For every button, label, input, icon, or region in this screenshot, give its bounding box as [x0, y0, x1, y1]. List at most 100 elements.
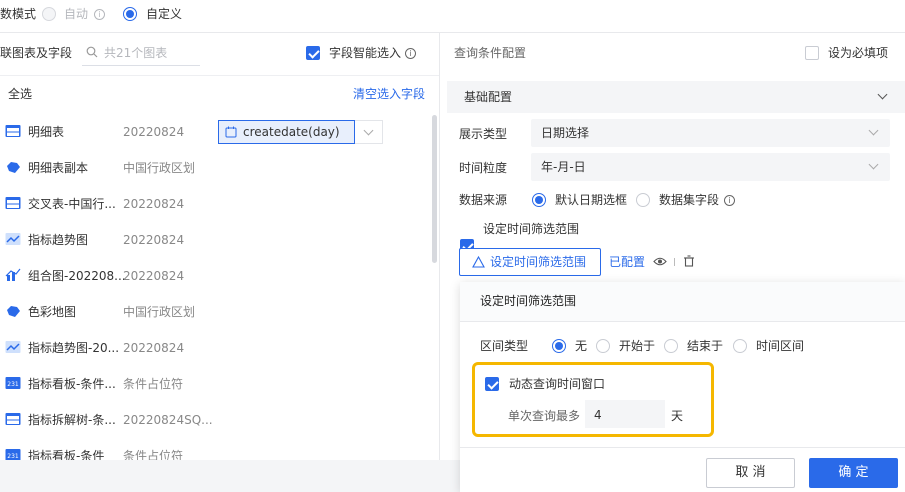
clear-selection-link[interactable]: 清空选入字段 — [353, 86, 425, 102]
divider — [460, 447, 905, 448]
field-select[interactable]: createdate(day) — [218, 120, 355, 144]
chart-row[interactable]: 组合图-202208... 20220824 — [0, 264, 215, 288]
interval-label: 区间类型 — [480, 339, 529, 353]
required-checkbox[interactable] — [805, 46, 819, 60]
scrollbar[interactable] — [432, 115, 437, 263]
info-icon: i — [724, 195, 735, 206]
display-type-select[interactable]: 日期选择 — [531, 119, 890, 147]
opt-start-label: 开始于 — [619, 339, 656, 353]
select-all[interactable]: 全选 — [8, 86, 32, 102]
confirm-button[interactable]: 确 定 — [809, 458, 898, 488]
svg-text:231: 231 — [7, 381, 19, 388]
chart-field: 20220824 — [123, 341, 185, 355]
unit-label: 天 — [671, 409, 684, 423]
chevron-down-icon — [868, 125, 879, 136]
radio-auto[interactable] — [42, 7, 56, 21]
chart-field: 中国行政区划 — [123, 305, 196, 319]
granularity-select[interactable]: 年-月-日 — [531, 153, 890, 181]
field-select-arrow[interactable] — [355, 120, 383, 144]
divider — [674, 258, 675, 266]
cancel-button-label: 取 消 — [735, 465, 766, 480]
kpi-icon: 231 — [5, 377, 21, 389]
range-check-label: 设定时间筛选范围 — [483, 222, 580, 236]
display-type-value: 日期选择 — [541, 126, 590, 140]
required-label: 设为必填项 — [828, 46, 889, 60]
configured-link[interactable]: 已配置 — [609, 254, 645, 270]
range-popup: 设定时间筛选范围 区间类型 无 开始于 结束于 时间区间 动态查询时间窗口 单次… — [460, 282, 905, 492]
chart-name: 指标趋势图 — [28, 233, 89, 247]
smart-select-label: 字段智能选入 — [329, 46, 402, 60]
option-auto-label: 自动 — [64, 7, 89, 21]
dynamic-checkbox[interactable] — [485, 377, 499, 391]
opt-end-label: 结束于 — [687, 339, 724, 353]
max-label: 单次查询最多 — [508, 409, 581, 423]
chart-row[interactable]: 指标拆解树-条... 20220824SQ... — [0, 408, 215, 432]
divider — [0, 32, 905, 33]
filter-icon — [472, 256, 485, 268]
granularity-label: 时间粒度 — [459, 161, 508, 175]
source-label: 数据来源 — [459, 193, 508, 207]
opt-range-label: 时间区间 — [756, 339, 805, 353]
confirm-button-label: 确 定 — [838, 465, 869, 480]
max-value: 4 — [594, 408, 602, 422]
field-tag-label: createdate(day) — [243, 125, 340, 139]
radio-source-default[interactable] — [532, 193, 546, 207]
radio-end[interactable] — [664, 339, 678, 353]
date-field-icon — [225, 126, 237, 138]
chart-field: 条件占位符 — [123, 377, 184, 391]
opt-none-label: 无 — [575, 339, 588, 353]
source-dataset-label: 数据集字段 — [659, 193, 720, 207]
chart-row[interactable]: 231 指标看板-条件... 条件占位符 — [0, 372, 215, 396]
chart-field: 20220824 — [123, 197, 185, 211]
set-range-button[interactable]: 设定时间筛选范围 — [459, 248, 601, 276]
chart-name: 色彩地图 — [28, 305, 77, 319]
table-icon — [5, 413, 21, 425]
chart-name: 指标拆解树-条... — [28, 413, 116, 427]
query-mode-label: 数模式 — [0, 7, 37, 21]
radio-source-dataset[interactable] — [636, 193, 650, 207]
radio-range[interactable] — [733, 339, 747, 353]
right-panel-title: 查询条件配置 — [454, 46, 527, 60]
trash-icon[interactable] — [683, 255, 695, 267]
search-placeholder: 共21个图表 — [104, 46, 168, 60]
radio-none[interactable] — [552, 339, 566, 353]
display-type-label: 展示类型 — [459, 127, 508, 141]
dynamic-window-box: 动态查询时间窗口 单次查询最多 4 天 — [472, 362, 714, 437]
granularity-value: 年-月-日 — [541, 160, 586, 174]
trend-icon — [5, 233, 21, 245]
chevron-down-icon — [868, 159, 879, 170]
chart-field: 20220824 — [123, 233, 185, 247]
chart-name: 明细表副本 — [28, 161, 89, 175]
option-custom-label: 自定义 — [146, 7, 183, 21]
panel-divider — [439, 33, 440, 460]
chart-row[interactable]: 明细表副本 中国行政区划 — [0, 156, 215, 180]
smart-select-checkbox[interactable] — [306, 46, 320, 60]
chart-name: 明细表 — [28, 125, 65, 139]
chevron-down-icon — [877, 89, 888, 100]
left-footer — [0, 460, 460, 492]
map-icon — [7, 306, 20, 317]
source-default-label: 默认日期选框 — [555, 193, 628, 207]
svg-text:231: 231 — [7, 453, 19, 460]
search-icon — [86, 46, 98, 58]
section-header[interactable]: 基础配置 — [447, 81, 905, 113]
chart-row[interactable]: 明细表 20220824 — [0, 120, 215, 144]
chart-row[interactable]: 指标趋势图 20220824 — [0, 228, 215, 252]
chart-row[interactable]: 交叉表-中国行... 20220824 — [0, 192, 215, 216]
chart-name: 组合图-202208... — [28, 269, 126, 283]
chart-field: 20220824 — [123, 269, 185, 283]
radio-custom[interactable] — [123, 7, 137, 21]
popup-header: 设定时间筛选范围 — [460, 282, 905, 322]
chart-row[interactable]: 色彩地图 中国行政区划 — [0, 300, 215, 324]
info-icon: i — [405, 48, 416, 59]
chart-field: 中国行政区划 — [123, 161, 196, 175]
eye-icon[interactable] — [653, 256, 667, 267]
cancel-button[interactable]: 取 消 — [706, 458, 795, 488]
trend-icon — [5, 341, 21, 353]
chart-search-input[interactable]: 共21个图表 — [82, 40, 200, 66]
radio-start[interactable] — [596, 339, 610, 353]
chart-field: 20220824 — [123, 125, 185, 139]
max-days-input[interactable]: 4 — [585, 400, 665, 428]
chart-row[interactable]: 指标趋势图-20... 20220824 — [0, 336, 215, 360]
popup-title: 设定时间筛选范围 — [480, 294, 577, 308]
